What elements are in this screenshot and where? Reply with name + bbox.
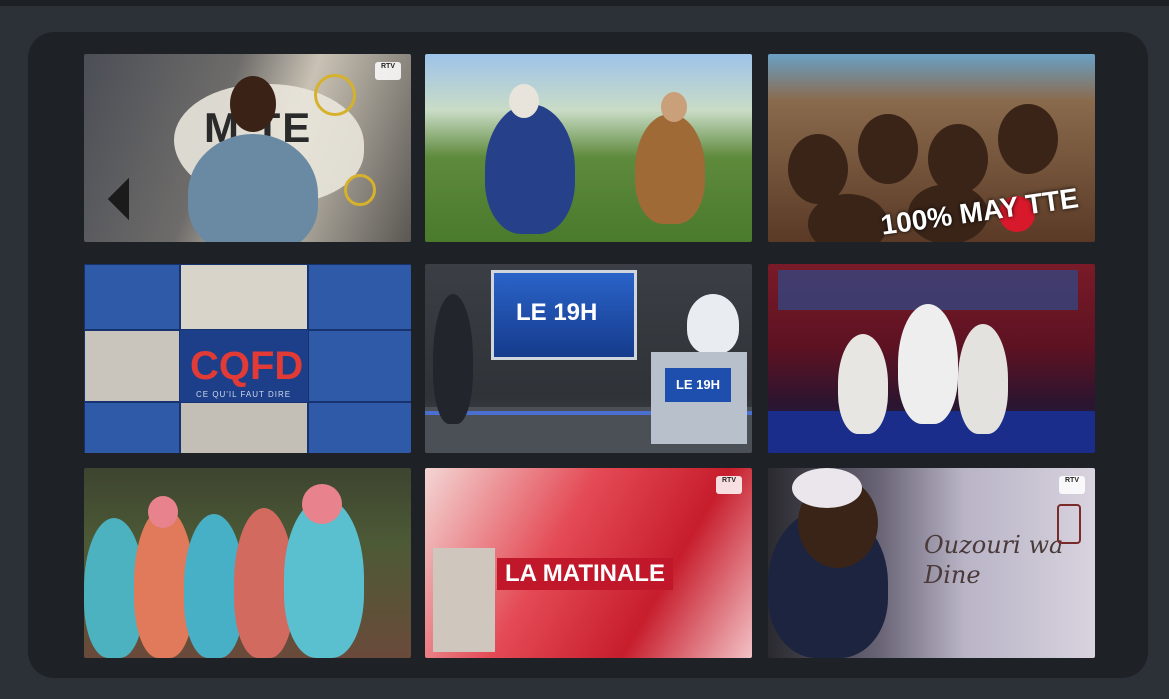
video-tile-100-mayotte[interactable]: 100% MAY TTE xyxy=(768,54,1095,242)
studio-screen: LE 19H xyxy=(491,270,637,360)
mosaic-cell xyxy=(84,264,180,330)
host-figure xyxy=(635,114,705,224)
video-tile-cqfd[interactable]: CQFD CE QU'IL FAUT DIRE xyxy=(84,264,411,453)
crowd-child xyxy=(858,114,918,184)
show-title: LA MATINALE xyxy=(497,558,673,590)
desk-logo: LE 19H xyxy=(665,368,731,402)
guest-figure xyxy=(485,104,575,234)
mosaic-cell xyxy=(308,330,411,402)
dancer-figure xyxy=(838,334,888,434)
guest-cap xyxy=(509,84,539,118)
mosaic-cell xyxy=(84,330,180,402)
dancer-figure xyxy=(898,304,958,424)
show-title: CQFD xyxy=(190,344,304,388)
video-tile-la-matinale[interactable]: LA MATINALE RTV xyxy=(425,468,752,658)
channel-logo: RTV xyxy=(1059,476,1085,494)
gear-decoration xyxy=(344,174,376,206)
host-head xyxy=(661,92,687,122)
crowd-child xyxy=(998,104,1058,174)
video-tile-dance[interactable] xyxy=(768,264,1095,453)
crowd-child xyxy=(788,134,848,204)
speaker-cap xyxy=(792,468,862,508)
crowd-child xyxy=(808,194,888,242)
news-desk: LE 19H xyxy=(651,352,747,444)
channel-logo: RTV xyxy=(375,62,401,80)
channel-logo: RTV xyxy=(716,476,742,494)
video-tile-le-19h[interactable]: LE 19H LE 19H xyxy=(425,264,752,453)
show-subtitle: CE QU'IL FAUT DIRE xyxy=(196,390,292,399)
presenter-shirt xyxy=(188,134,318,242)
video-tile-garden-interview[interactable] xyxy=(425,54,752,242)
anchor-figure xyxy=(687,294,739,354)
dancer-figure xyxy=(958,324,1008,434)
mosaic-cell xyxy=(84,402,180,453)
presenter-figure xyxy=(433,294,473,424)
video-tile-traditional-dance[interactable] xyxy=(84,468,411,658)
mosaic-cell xyxy=(180,264,308,330)
arrow-decoration xyxy=(107,177,151,221)
gear-decoration xyxy=(314,74,356,116)
lantern-icon xyxy=(1057,504,1081,544)
mosaic-cell xyxy=(308,264,411,330)
inset-photo xyxy=(433,548,495,652)
headscarf xyxy=(302,484,342,524)
mosaic-cell xyxy=(180,402,308,453)
crowd-child xyxy=(928,124,988,194)
mosaic-cell xyxy=(308,402,411,453)
show-title: LE 19H xyxy=(516,299,598,326)
top-strip xyxy=(0,0,1169,6)
video-tile-ouzouri-wa-dine[interactable]: Ouzouri wa Dine RTV xyxy=(768,468,1095,658)
headscarf xyxy=(148,496,178,528)
video-tile-mayotte[interactable]: M TE RTV xyxy=(84,54,411,242)
presenter-head xyxy=(230,76,276,132)
